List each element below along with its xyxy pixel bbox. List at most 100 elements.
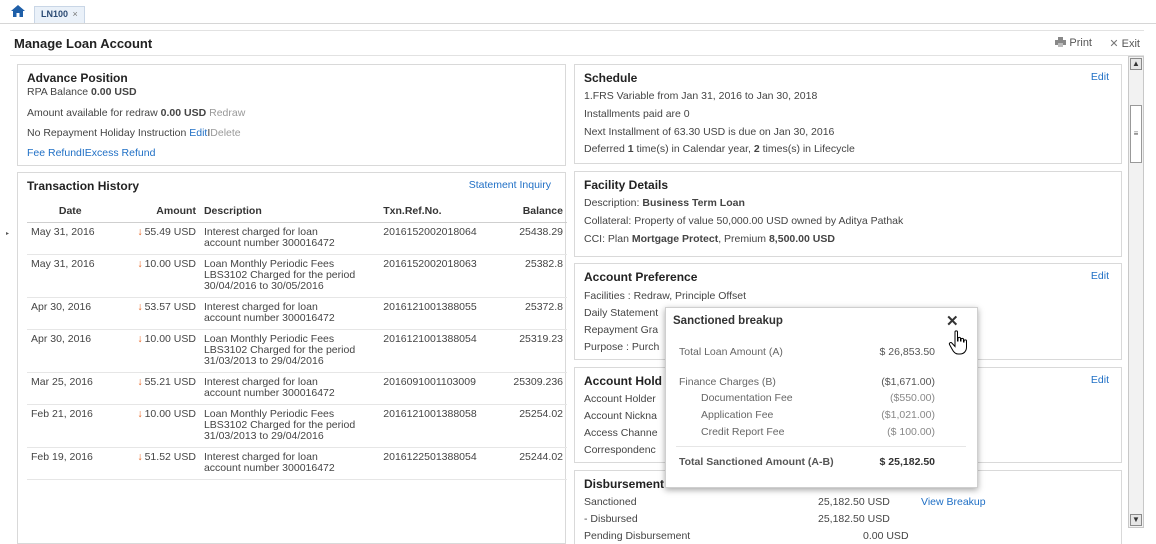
credit-report-fee-label: Credit Report Fee (701, 426, 785, 438)
page-title: Manage Loan Account (14, 36, 153, 51)
txn-balance: 25309.236 (503, 372, 567, 405)
redraw-value: 0.00 USD (160, 107, 207, 119)
transaction-history-title: Transaction History (27, 179, 140, 193)
sanctioned-breakup-popup: Sanctioned breakup ✕ Total Loan Amount (… (665, 307, 978, 488)
top-tab-bar: LN100 × (0, 0, 1156, 24)
table-row[interactable]: Apr 30, 2016 ↓ 10.00 USD Loan Monthly Perio… (27, 329, 567, 373)
txn-ref: 2016121001388054 (379, 329, 504, 373)
col-description[interactable]: Description (199, 200, 380, 223)
schedule-line-3: Next Installment of 63.30 USD is due on … (584, 126, 835, 138)
txn-balance: 25319.23 (503, 329, 567, 373)
holder-line-2: Account Nickna (584, 410, 657, 422)
col-ref[interactable]: Txn.Ref.No. (379, 200, 504, 223)
sanctioned-label: Sanctioned (584, 496, 637, 508)
arrow-down-icon: ↓ (137, 257, 143, 270)
txn-description: Loan Monthly Periodic Fees LBS3102 Charge… (199, 254, 380, 298)
hand-cursor-icon (948, 330, 967, 355)
statement-inquiry-link[interactable]: Statement Inquiry (469, 179, 551, 191)
txn-amount-value: 53.57 USD (144, 300, 196, 313)
desc-line-2: account number 300016472 (203, 461, 335, 474)
facility-collateral: Collateral: Property of value 50,000.00 … (584, 215, 904, 227)
facility-description: Description: Business Term Loan (584, 197, 745, 209)
tab-close-icon[interactable]: × (73, 9, 78, 19)
txn-ref: 2016152002018063 (379, 254, 504, 298)
col-amount[interactable]: Amount (113, 200, 200, 223)
view-breakup-link[interactable]: View Breakup (921, 496, 986, 508)
table-row[interactable]: Feb 21, 2016 ↓ 10.00 USD Loan Monthly Perio… (27, 404, 567, 448)
scroll-thumb[interactable]: ≡ (1130, 105, 1142, 163)
desc-line-1: Interest charged for loan (203, 225, 318, 238)
redraw-link[interactable]: Redraw (209, 107, 245, 119)
arrow-down-icon: ↓ (137, 375, 143, 388)
collapse-arrow-icon[interactable]: ▸ (6, 230, 9, 237)
schedule-edit-link[interactable]: Edit (1091, 71, 1109, 83)
table-row[interactable]: May 31, 2016 ↓ 10.00 USD Loan Monthly Perio… (27, 254, 567, 298)
transaction-table: Date Amount Description Txn.Ref.No. Bala… (27, 200, 567, 480)
schedule-line-1: 1.FRS Variable from Jan 31, 2016 to Jan … (584, 90, 818, 102)
holder-line-4: Correspondenc (584, 444, 656, 456)
txn-amount: ↓ 53.57 USD (113, 297, 200, 330)
exit-button[interactable]: ✕ Exit (1109, 37, 1140, 50)
desc-line-3: 31/03/2013 to 29/04/2016 (203, 429, 324, 442)
application-fee-label: Application Fee (701, 409, 774, 421)
table-row[interactable]: May 31, 2016 ↓ 55.49 USD Interest charged f… (27, 222, 567, 255)
credit-report-fee-value: ($ 100.00) (887, 426, 935, 438)
account-holder-title: Account Hold (584, 374, 662, 388)
txn-ref: 2016091001103009 (379, 372, 504, 405)
scroll-down-icon[interactable]: ▼ (1130, 514, 1142, 526)
facility-desc-value: Business Term Loan (642, 197, 745, 209)
rpa-balance: RPA Balance 0.00 USD (27, 86, 137, 98)
holiday-edit-link[interactable]: Edit (189, 127, 207, 139)
redraw-label: Amount available for redraw (27, 107, 161, 119)
txn-ref: 2016122501388054 (379, 447, 504, 480)
scroll-up-icon[interactable]: ▲ (1130, 58, 1142, 70)
desc-line-1: Interest charged for loan (203, 450, 318, 463)
popup-close-icon[interactable]: ✕ (946, 312, 959, 330)
finance-charges-value: ($1,671.00) (881, 376, 935, 388)
txn-balance: 25382.8 (503, 254, 567, 298)
txn-description: Interest charged for loan account number … (199, 222, 380, 255)
disbursed-value: 25,182.50 USD (818, 513, 890, 525)
cci-premium-label: , Premium (718, 233, 769, 245)
holder-edit-link[interactable]: Edit (1091, 374, 1109, 386)
txn-amount: ↓ 51.52 USD (113, 447, 200, 480)
table-row[interactable]: Apr 30, 2016 ↓ 53.57 USD Interest charged f… (27, 297, 567, 330)
txn-date: Feb 21, 2016 (27, 404, 114, 448)
disbursed-label: - Disbursed (584, 513, 638, 525)
txn-balance: 25372.8 (503, 297, 567, 330)
txn-date: May 31, 2016 (27, 254, 114, 298)
holiday-delete-link[interactable]: Delete (210, 127, 240, 139)
txn-date: Apr 30, 2016 (27, 329, 114, 373)
excess-refund-link[interactable]: Excess Refund (85, 147, 156, 159)
table-row[interactable]: Mar 25, 2016 ↓ 55.21 USD Interest charged f… (27, 372, 567, 405)
home-icon[interactable] (10, 4, 26, 18)
desc-line-1: Interest charged for loan (203, 300, 318, 313)
preference-edit-link[interactable]: Edit (1091, 270, 1109, 282)
col-date[interactable]: Date (27, 200, 114, 223)
fee-refund-link[interactable]: Fee Refund (27, 147, 82, 159)
txn-amount: ↓ 10.00 USD (113, 329, 200, 373)
txn-amount-value: 55.49 USD (144, 225, 196, 238)
print-button[interactable]: Print (1055, 37, 1092, 49)
preference-line-2: Daily Statement (584, 307, 659, 319)
vertical-scrollbar[interactable]: ▲ ≡ ▼ (1128, 56, 1144, 528)
txn-amount-value: 51.52 USD (144, 450, 196, 463)
facility-cci: CCI: Plan Mortgage Protect, Premium 8,50… (584, 233, 835, 245)
schedule-title: Schedule (584, 71, 638, 85)
table-row[interactable]: Feb 19, 2016 ↓ 51.52 USD Interest charged f… (27, 447, 567, 480)
redraw-amount: Amount available for redraw 0.00 USD Red… (27, 107, 245, 119)
account-preference-title: Account Preference (584, 270, 698, 284)
schedule-line-4: Deferred 1 time(s) in Calendar year, 2 t… (584, 143, 855, 155)
repayment-holiday: No Repayment Holiday Instruction EditIDe… (27, 127, 241, 139)
col-balance[interactable]: Balance (503, 200, 567, 223)
page-header: Manage Loan Account Print ✕ Exit (10, 30, 1144, 56)
arrow-down-icon: ↓ (137, 300, 143, 313)
txn-ref: 2016121001388058 (379, 404, 504, 448)
pending-value: 0.00 USD (863, 530, 909, 542)
txn-balance: 25244.02 (503, 447, 567, 480)
total-sanctioned-value: $ 25,182.50 (879, 456, 935, 468)
tab-ln100[interactable]: LN100 × (34, 6, 85, 23)
tab-label: LN100 (41, 9, 69, 19)
schedule-panel: Schedule Edit 1.FRS Variable from Jan 31… (574, 64, 1122, 164)
txn-amount-value: 10.00 USD (144, 257, 196, 270)
